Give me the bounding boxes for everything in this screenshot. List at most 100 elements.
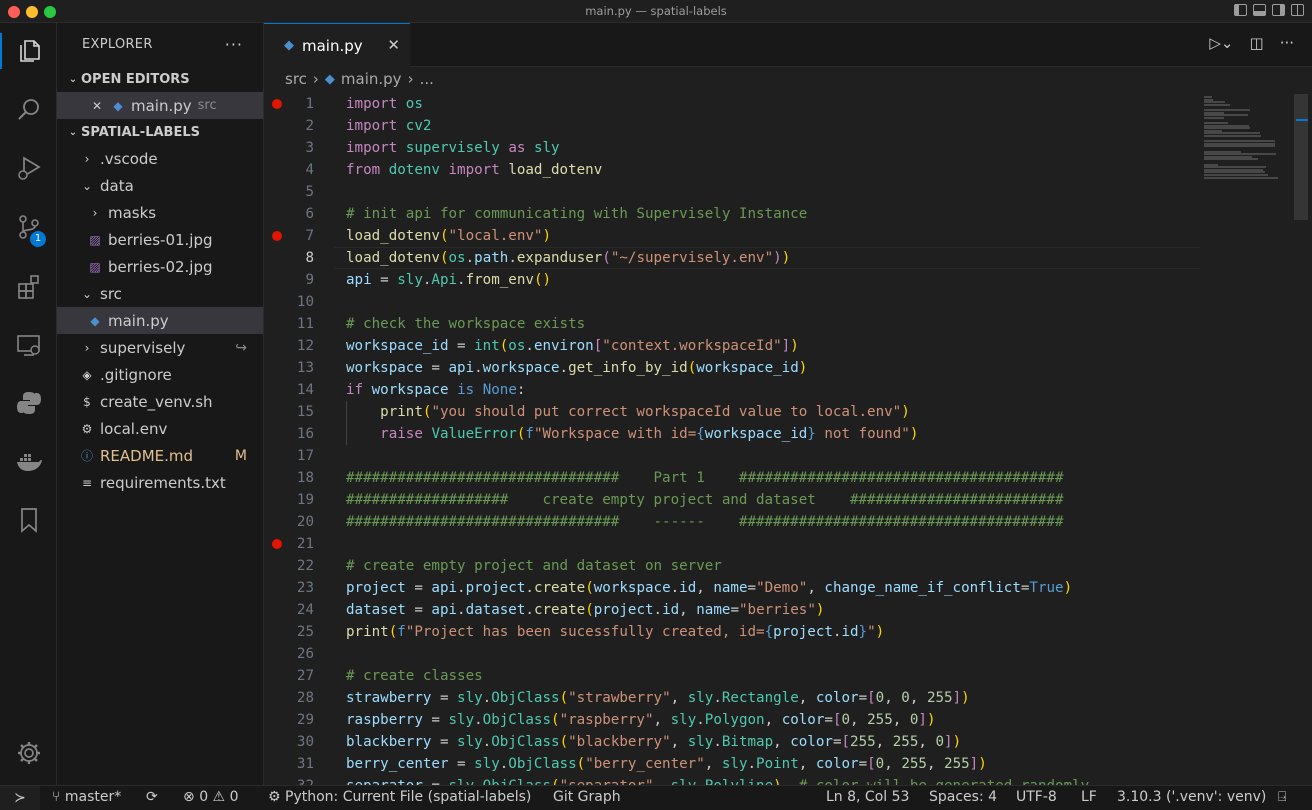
code-line[interactable]: 13 workspace = api.workspace.get_info_by_… [264,357,1312,379]
tree-item[interactable]: › supervisely ↪ [57,334,263,361]
toggle-sidebar-icon[interactable] [1234,4,1247,16]
remote-explorer-activity[interactable] [0,321,57,369]
tree-item[interactable]: › .vscode [57,145,263,172]
code-editor[interactable]: 1 import os 2 import cv2 3 import supervisely… [264,92,1312,785]
code-line[interactable]: 23 project = api.project.create(workspace… [264,577,1312,599]
code-line[interactable]: 27 # create classes [264,665,1312,687]
code-line[interactable]: 16 raise ValueError(f"Workspace with id=… [264,423,1312,445]
code-token: [ [867,756,876,772]
code-line[interactable]: 4 from dotenv import load_dotenv [264,159,1312,181]
breadcrumb-folder[interactable]: src [285,70,307,88]
debug-status[interactable]: ⚙ Python: Current File (spatial-labels) [268,789,531,805]
python-interpreter-status[interactable]: 3.10.3 ('.venv': venv) [1117,789,1266,805]
tree-item[interactable]: ▨ berries-01.jpg [57,226,263,253]
code-line[interactable]: 25 print(f"Project has been sucessfully c… [264,621,1312,643]
project-section[interactable]: ⌄ SPATIAL-LABELS [57,119,263,145]
more-actions-icon[interactable]: ··· [225,35,243,54]
manage-activity[interactable] [0,729,57,777]
code-token: id [679,580,697,596]
bookmarks-activity[interactable] [0,496,57,544]
code-token: = [858,756,868,772]
code-token: workspace_id [346,338,449,354]
problems-status[interactable]: ⊗ 0 ⚠ 0 [183,789,238,805]
tree-item[interactable]: ◆ main.py [57,307,263,334]
tree-item[interactable]: ⌄ data [57,172,263,199]
explorer-activity[interactable] [0,27,57,75]
code-line[interactable]: 9 api = sly.Api.from_env() [264,269,1312,291]
code-line[interactable]: 31 berry_center = sly.ObjClass("berry_cen… [264,753,1312,775]
code-token: } [858,624,868,640]
close-icon[interactable]: ✕ [89,99,105,113]
python-activity[interactable] [0,379,57,427]
open-editor-item[interactable]: ✕ ◆ main.py src [57,92,263,119]
docker-activity[interactable] [0,438,57,486]
code-token: , [696,580,714,596]
tree-item[interactable]: › masks [57,199,263,226]
code-line[interactable]: 15 print("you should put correct workspa… [264,401,1312,423]
branch-status[interactable]: ⑂ master* [52,789,121,805]
code-line[interactable]: 8 load_dotenv(os.path.expanduser("~/super… [264,247,1312,269]
tree-item[interactable]: ≡ requirements.txt [57,469,263,496]
remote-indicator[interactable]: ≻ [0,786,40,810]
code-token: Polyline [705,778,773,785]
code-line[interactable]: 6 # init api for communicating with Super… [264,203,1312,225]
code-line[interactable]: 14 if workspace is None: [264,379,1312,401]
more-actions-icon[interactable]: ··· [1280,34,1294,52]
tree-item[interactable]: ⚙ local.env [57,415,263,442]
code-token: project [773,624,833,640]
encoding-status[interactable]: UTF-8 [1016,789,1057,805]
tree-item[interactable]: ◈ .gitignore [57,361,263,388]
code-token: 255 [850,734,876,750]
tab-main-py[interactable]: ◆ main.py ✕ [264,23,410,67]
code-line[interactable]: 1 import os [264,93,1312,115]
toggle-panel-icon[interactable] [1253,4,1266,16]
code-line[interactable]: 20 ################################ -----… [264,511,1312,533]
python-icon [16,392,41,414]
toggle-secondary-sidebar-icon[interactable] [1272,4,1285,16]
extensions-activity[interactable] [0,263,57,311]
code-line[interactable]: 26 [264,643,1312,665]
code-line[interactable]: 5 [264,181,1312,203]
tree-item[interactable]: $ create_venv.sh [57,388,263,415]
search-activity[interactable] [0,86,57,134]
code-line[interactable]: 7 load_dotenv("local.env") [264,225,1312,247]
code-line[interactable]: 22 # create empty project and dataset on … [264,555,1312,577]
sync-icon[interactable]: ⟳ [146,789,158,805]
code-line[interactable]: 18 ################################ Part … [264,467,1312,489]
run-icon[interactable]: ▷⌄ [1209,34,1233,52]
git-graph-status[interactable]: Git Graph [553,789,621,805]
run-debug-activity[interactable] [0,144,57,192]
breadcrumb-file[interactable]: main.py [341,70,402,88]
split-editor-icon[interactable]: ◫ [1250,34,1264,52]
notifications-icon[interactable]: ⍈ [1278,789,1286,805]
code-line[interactable]: 10 [264,291,1312,313]
code-line[interactable]: 3 import supervisely as sly [264,137,1312,159]
bookmark-icon [20,508,37,533]
code-line[interactable]: 32 separator = sly.ObjClass("separator", … [264,775,1312,785]
code-line[interactable]: 19 ################### create empty proje… [264,489,1312,511]
code-text: import supervisely as sly [346,137,560,159]
open-editors-section[interactable]: ⌄ OPEN EDITORS [57,66,263,92]
breadcrumb-symbol[interactable]: ... [420,70,434,88]
code-line[interactable]: 2 import cv2 [264,115,1312,137]
code-line[interactable]: 29 raspberry = sly.ObjClass("raspberry", … [264,709,1312,731]
close-icon[interactable]: ✕ [387,36,400,54]
code-line[interactable]: 30 blackberry = sly.ObjClass("blackberry"… [264,731,1312,753]
code-line[interactable]: 17 [264,445,1312,467]
explorer-header: EXPLORER ··· [57,23,263,66]
tree-item[interactable]: ⓘ README.md M [57,442,263,469]
code-line[interactable]: 28 strawberry = sly.ObjClass("strawberry"… [264,687,1312,709]
cursor-position[interactable]: Ln 8, Col 53 [826,789,909,805]
code-line[interactable]: 11 # check the workspace exists [264,313,1312,335]
vertical-scrollbar[interactable] [1294,94,1308,220]
customize-layout-icon[interactable] [1291,4,1304,16]
code-line[interactable]: 21 [264,533,1312,555]
tree-item[interactable]: ▨ berries-02.jpg [57,253,263,280]
eol-status[interactable]: LF [1081,789,1097,805]
tree-item[interactable]: ⌄ src [57,280,263,307]
code-line[interactable]: 24 dataset = api.dataset.create(project.i… [264,599,1312,621]
source-control-activity[interactable]: 1 [0,203,57,251]
code-text: berry_center = sly.ObjClass("berry_cente… [346,753,987,775]
code-line[interactable]: 12 workspace_id = int(os.environ["context… [264,335,1312,357]
indentation-status[interactable]: Spaces: 4 [929,789,997,805]
